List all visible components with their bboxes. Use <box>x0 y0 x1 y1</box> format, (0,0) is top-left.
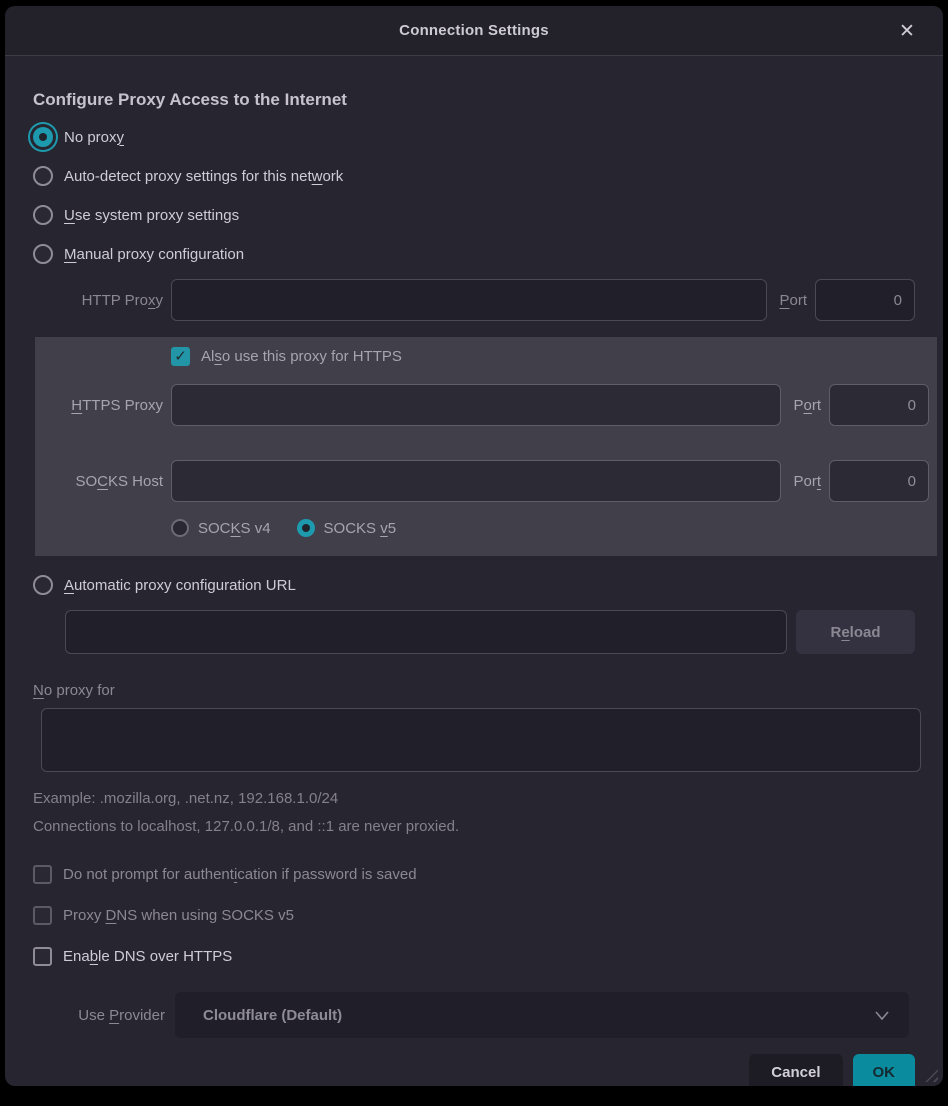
localhost-note-text: Connections to localhost, 127.0.0.1/8, a… <box>33 818 915 835</box>
checkbox-box-no-prompt-auth[interactable] <box>33 865 52 884</box>
radio-label-manual-proxy: Manual proxy configuration <box>64 246 244 263</box>
radio-button-no-proxy[interactable] <box>33 127 53 147</box>
checkbox-label-no-prompt-auth: Do not prompt for authentication if pass… <box>63 866 417 883</box>
dialog-title: Connection Settings <box>399 22 549 39</box>
radio-system-proxy[interactable]: Use system proxy settings <box>33 196 915 234</box>
http-port-label: Port <box>779 292 807 309</box>
radio-button-socks-v4[interactable] <box>171 519 189 537</box>
radio-button-autoconfig[interactable] <box>33 575 53 595</box>
dialog-titlebar: Connection Settings ✕ <box>5 6 943 56</box>
socks-port-label: Port <box>793 473 821 490</box>
ok-button[interactable]: OK <box>853 1054 916 1086</box>
dialog-footer: Cancel OK <box>33 1054 915 1086</box>
radio-no-proxy[interactable]: No proxy <box>33 118 915 156</box>
http-port-input[interactable] <box>815 279 915 321</box>
autoconfig-url-input[interactable] <box>65 610 787 654</box>
https-proxy-label: HTTPS Proxy <box>35 397 163 414</box>
manual-proxy-highlight-panel: ✓ Also use this proxy for HTTPS HTTPS Pr… <box>35 337 937 556</box>
close-icon[interactable]: ✕ <box>889 6 925 56</box>
checkbox-proxy-dns-socks5[interactable]: Proxy DNS when using SOCKS v5 <box>33 906 915 925</box>
radio-socks-v4[interactable]: SOCKS v4 <box>171 516 271 540</box>
radio-socks-v5[interactable]: SOCKS v5 <box>297 516 397 540</box>
radio-autoconfig[interactable]: Automatic proxy configuration URL <box>33 566 915 604</box>
radio-label-socks-v4: SOCKS v4 <box>198 520 271 537</box>
radio-manual-proxy[interactable]: Manual proxy configuration <box>33 235 915 273</box>
radio-button-system-proxy[interactable] <box>33 205 53 225</box>
checkbox-box-proxy-dns-socks5[interactable] <box>33 906 52 925</box>
no-proxy-for-label: No proxy for <box>33 682 915 699</box>
use-provider-label: Use Provider <box>33 1007 165 1024</box>
check-icon: ✓ <box>174 349 187 364</box>
https-port-label: Port <box>793 397 821 414</box>
doh-provider-row: Use Provider Cloudflare (Default) <box>33 992 915 1038</box>
no-proxy-example-text: Example: .mozilla.org, .net.nz, 192.168.… <box>33 790 915 807</box>
checkbox-label-enable-doh: Enable DNS over HTTPS <box>63 948 232 965</box>
socks-host-row: SOCKS Host Port <box>35 460 929 502</box>
http-proxy-label: HTTP Proxy <box>33 292 163 309</box>
cancel-button[interactable]: Cancel <box>749 1054 842 1086</box>
radio-button-socks-v5[interactable] <box>297 519 315 537</box>
socks-host-label: SOCKS Host <box>35 473 163 490</box>
https-port-input[interactable] <box>829 384 929 426</box>
no-proxy-for-textarea[interactable] <box>41 708 921 772</box>
radio-button-manual-proxy[interactable] <box>33 244 53 264</box>
connection-settings-dialog: Connection Settings ✕ Configure Proxy Ac… <box>5 6 943 1086</box>
https-proxy-input[interactable] <box>171 384 781 426</box>
checkbox-also-use-https[interactable]: ✓ Also use this proxy for HTTPS <box>171 347 929 366</box>
doh-provider-dropdown[interactable]: Cloudflare (Default) <box>175 992 909 1038</box>
chevron-down-icon <box>871 1004 893 1026</box>
socks-version-group: SOCKS v4 SOCKS v5 <box>171 516 929 540</box>
radio-label-socks-v5: SOCKS v5 <box>324 520 397 537</box>
socks-host-input[interactable] <box>171 460 781 502</box>
checkbox-label-also-use-https: Also use this proxy for HTTPS <box>201 348 402 365</box>
radio-auto-detect[interactable]: Auto-detect proxy settings for this netw… <box>33 157 915 195</box>
socks-port-input[interactable] <box>829 460 929 502</box>
radio-label-no-proxy: No proxy <box>64 129 124 146</box>
radio-label-auto-detect: Auto-detect proxy settings for this netw… <box>64 168 343 185</box>
radio-button-auto-detect[interactable] <box>33 166 53 186</box>
autoconfig-url-row: Reload <box>65 610 915 654</box>
checkbox-label-proxy-dns-socks5: Proxy DNS when using SOCKS v5 <box>63 907 294 924</box>
checkbox-box-enable-doh[interactable] <box>33 947 52 966</box>
checkbox-enable-doh[interactable]: Enable DNS over HTTPS <box>33 947 915 966</box>
doh-provider-value: Cloudflare (Default) <box>203 1007 871 1024</box>
https-proxy-row: HTTPS Proxy Port <box>35 384 929 426</box>
radio-label-system-proxy: Use system proxy settings <box>64 207 239 224</box>
http-proxy-input[interactable] <box>171 279 767 321</box>
page-title: Configure Proxy Access to the Internet <box>33 90 915 110</box>
checkbox-box-also-use-https[interactable]: ✓ <box>171 347 190 366</box>
reload-button[interactable]: Reload <box>796 610 915 654</box>
radio-label-autoconfig: Automatic proxy configuration URL <box>64 577 296 594</box>
checkbox-no-prompt-auth[interactable]: Do not prompt for authentication if pass… <box>33 865 915 884</box>
http-proxy-row: HTTP Proxy Port <box>33 279 915 321</box>
